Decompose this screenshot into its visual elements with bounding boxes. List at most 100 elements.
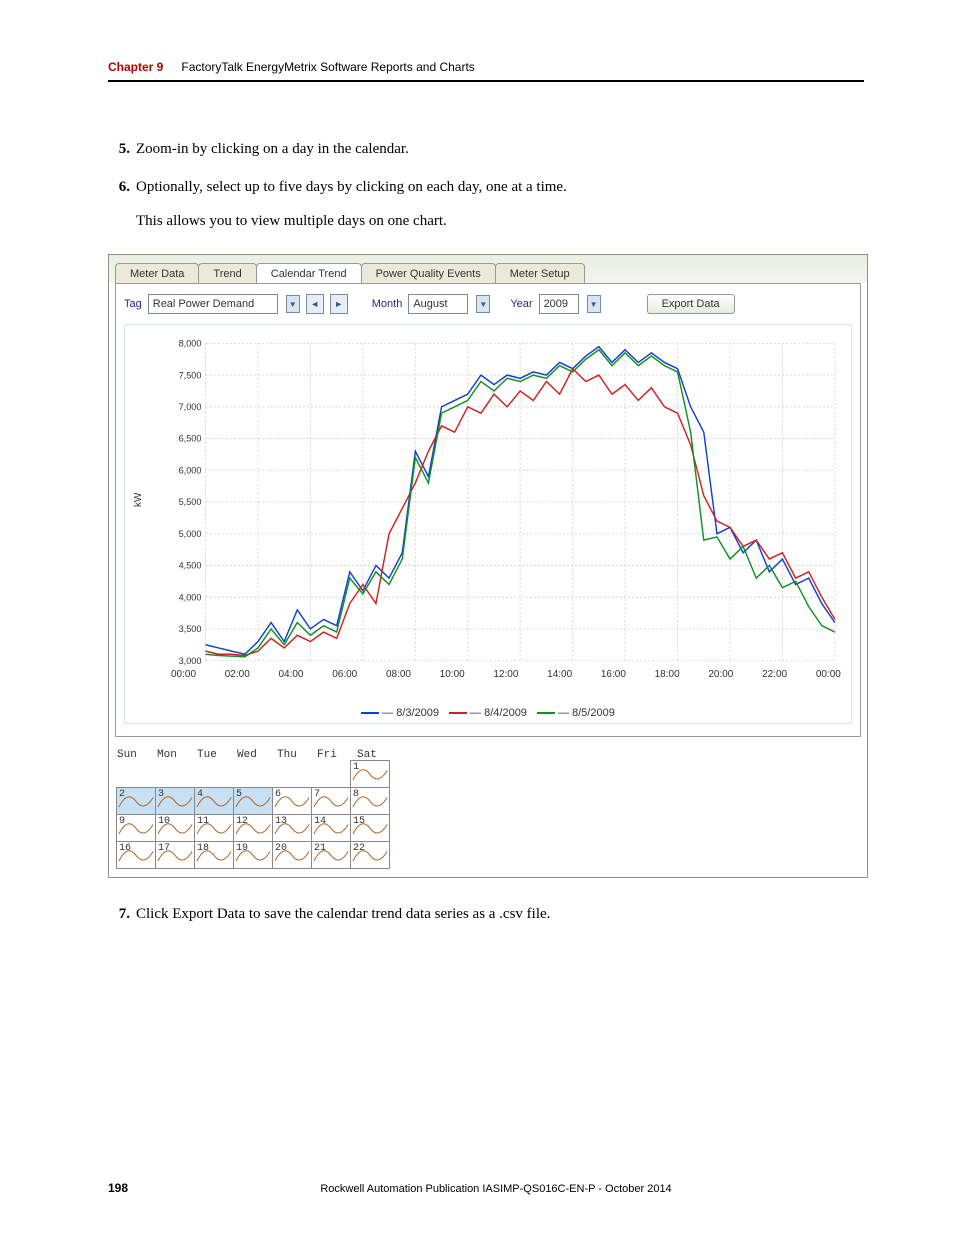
tag-label: Tag [124, 298, 142, 310]
chapter-label: Chapter 9 [108, 60, 163, 74]
calendar-day[interactable]: 3 [155, 787, 195, 815]
prev-button[interactable]: ◄ [306, 294, 324, 314]
calendar-day[interactable]: 4 [194, 787, 234, 815]
calendar-day[interactable]: 14 [311, 814, 351, 842]
calendar-day[interactable]: 22 [350, 841, 390, 869]
x-tick: 04:00 [278, 669, 303, 680]
export-data-button[interactable]: Export Data [647, 294, 735, 314]
calendar-day[interactable]: 18 [194, 841, 234, 869]
svg-text:7,500: 7,500 [179, 370, 202, 380]
tab-panel: Tag Real Power Demand ▼ ◄ ► Month August… [115, 283, 861, 737]
step-number: 6. [108, 175, 130, 199]
svg-text:6,500: 6,500 [179, 434, 202, 444]
year-label: Year [510, 298, 532, 310]
next-button[interactable]: ► [330, 294, 348, 314]
page-number: 198 [108, 1181, 128, 1195]
svg-text:3,000: 3,000 [179, 656, 202, 666]
step-list: 5. Zoom-in by clicking on a day in the c… [108, 137, 864, 199]
chart-legend: — 8/3/2009 — 8/4/2009 — 8/5/2009 [129, 707, 847, 719]
calendar-day[interactable]: 20 [272, 841, 312, 869]
app-screenshot: Meter Data Trend Calendar Trend Power Qu… [108, 254, 868, 878]
calendar-day [116, 760, 156, 788]
chevron-down-icon[interactable]: ▼ [286, 295, 300, 313]
publication-info: Rockwell Automation Publication IASIMP-Q… [128, 1183, 864, 1195]
calendar-day[interactable]: 12 [233, 814, 273, 842]
x-tick: 12:00 [493, 669, 518, 680]
svg-text:7,000: 7,000 [179, 402, 202, 412]
x-tick: 06:00 [332, 669, 357, 680]
calendar-row: 16171819202122 [117, 842, 397, 869]
tab-bar: Meter Data Trend Calendar Trend Power Qu… [109, 255, 867, 283]
step-number: 5. [108, 137, 130, 161]
mini-calendar: SunMonTueWedThuFriSat 123456789101112131… [117, 749, 397, 869]
step-number: 7. [108, 902, 130, 926]
svg-text:3,500: 3,500 [179, 624, 202, 634]
step-text: Click Export Data to save the calendar t… [136, 902, 864, 926]
step-6: 6. Optionally, select up to five days by… [108, 175, 864, 199]
calendar-row: 2345678 [117, 788, 397, 815]
calendar-day[interactable]: 17 [155, 841, 195, 869]
tab-calendar-trend[interactable]: Calendar Trend [256, 263, 362, 283]
x-tick: 16:00 [601, 669, 626, 680]
step-7: 7. Click Export Data to save the calenda… [108, 902, 864, 926]
x-tick: 10:00 [440, 669, 465, 680]
calendar-day[interactable]: 10 [155, 814, 195, 842]
legend-swatch [361, 712, 379, 714]
calendar-day[interactable]: 8 [350, 787, 390, 815]
x-tick: 02:00 [225, 669, 250, 680]
month-value: August [413, 298, 447, 310]
tag-select[interactable]: Real Power Demand [148, 294, 278, 314]
legend-swatch [537, 712, 555, 714]
chart-frame: kW 3,0003,5004,0004,5005,0005,5006,0006,… [124, 324, 852, 724]
control-row: Tag Real Power Demand ▼ ◄ ► Month August… [124, 294, 852, 314]
page-footer: 198 Rockwell Automation Publication IASI… [108, 1181, 864, 1195]
chevron-down-icon[interactable]: ▼ [476, 295, 490, 313]
calendar-grid: 12345678910111213141516171819202122 [117, 761, 397, 869]
tab-meter-data[interactable]: Meter Data [115, 263, 199, 283]
step-text: Optionally, select up to five days by cl… [136, 175, 864, 199]
legend-swatch [449, 712, 467, 714]
x-tick: 22:00 [762, 669, 787, 680]
legend-item: — 8/5/2009 [537, 707, 615, 719]
x-tick: 00:00 [171, 669, 196, 680]
x-tick: 14:00 [547, 669, 572, 680]
calendar-day[interactable]: 11 [194, 814, 234, 842]
calendar-day[interactable]: 13 [272, 814, 312, 842]
calendar-day[interactable]: 9 [116, 814, 156, 842]
calendar-day[interactable]: 7 [311, 787, 351, 815]
legend-item: — 8/3/2009 [361, 707, 439, 719]
calendar-day[interactable]: 2 [116, 787, 156, 815]
step-5: 5. Zoom-in by clicking on a day in the c… [108, 137, 864, 161]
step-text: Zoom-in by clicking on a day in the cale… [136, 137, 864, 161]
year-select[interactable]: 2009 [539, 294, 579, 314]
svg-text:5,000: 5,000 [179, 529, 202, 539]
calendar-day[interactable]: 15 [350, 814, 390, 842]
tab-trend[interactable]: Trend [198, 263, 256, 283]
chapter-title: FactoryTalk EnergyMetrix Software Report… [181, 60, 474, 74]
calendar-day [311, 760, 351, 788]
calendar-day[interactable]: 19 [233, 841, 273, 869]
chevron-down-icon[interactable]: ▼ [587, 295, 601, 313]
tab-power-quality[interactable]: Power Quality Events [361, 263, 496, 283]
tab-meter-setup[interactable]: Meter Setup [495, 263, 585, 283]
calendar-row: 9101112131415 [117, 815, 397, 842]
x-axis-ticks: 00:00 02:00 04:00 06:00 08:00 10:00 12:00 14:00… [171, 669, 841, 680]
calendar-day [272, 760, 312, 788]
x-tick: 08:00 [386, 669, 411, 680]
y-axis-title: kW [133, 493, 144, 507]
line-chart: kW 3,0003,5004,0004,5005,0005,5006,0006,… [171, 337, 841, 697]
calendar-day[interactable]: 1 [350, 760, 390, 788]
tag-value: Real Power Demand [153, 298, 255, 310]
x-tick: 20:00 [708, 669, 733, 680]
calendar-day[interactable]: 5 [233, 787, 273, 815]
svg-text:5,500: 5,500 [179, 497, 202, 507]
legend-label: 8/3/2009 [396, 707, 439, 719]
svg-text:4,000: 4,000 [179, 592, 202, 602]
month-label: Month [372, 298, 403, 310]
month-select[interactable]: August [408, 294, 468, 314]
calendar-day[interactable]: 16 [116, 841, 156, 869]
calendar-day[interactable]: 6 [272, 787, 312, 815]
year-value: 2009 [544, 298, 568, 310]
step-list-2: 7. Click Export Data to save the calenda… [108, 902, 864, 926]
calendar-day[interactable]: 21 [311, 841, 351, 869]
